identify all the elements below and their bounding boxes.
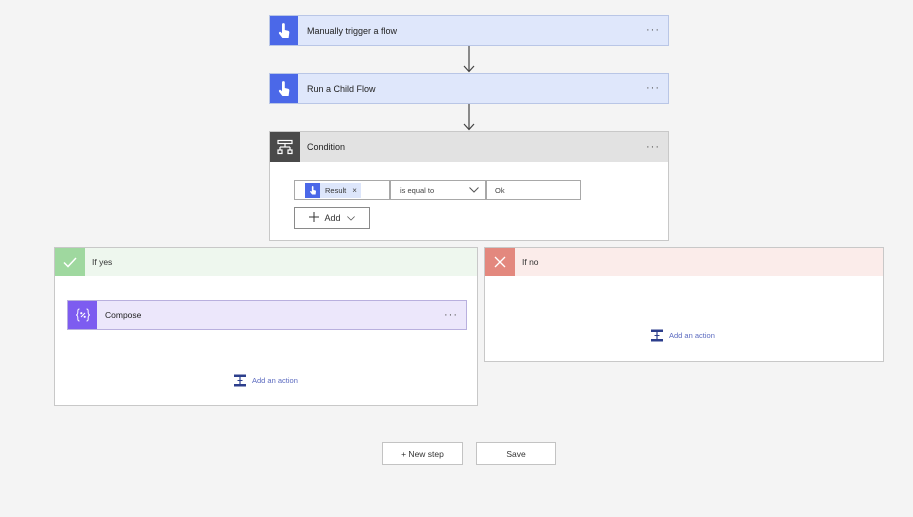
add-action-icon bbox=[234, 374, 246, 387]
condition-card: Condition ··· Result × is equal to Ok Ad… bbox=[269, 131, 669, 241]
step-card-manual-trigger[interactable]: Manually trigger a flow ··· bbox=[269, 15, 669, 46]
add-action-label: Add an action bbox=[252, 376, 298, 385]
condition-right-operand-field[interactable]: Ok bbox=[486, 180, 581, 200]
step-more-menu[interactable]: ··· bbox=[638, 25, 668, 36]
operator-value: is equal to bbox=[400, 185, 435, 195]
operand-value: Ok bbox=[495, 185, 505, 195]
add-action-icon bbox=[651, 329, 663, 342]
step-card-run-child-flow[interactable]: Run a Child Flow ··· bbox=[269, 73, 669, 104]
save-button[interactable]: Save bbox=[476, 442, 556, 465]
condition-left-operand-field[interactable]: Result × bbox=[294, 180, 390, 200]
if-yes-title: If yes bbox=[92, 257, 113, 267]
step-title: Run a Child Flow bbox=[307, 83, 376, 94]
compose-more-menu[interactable]: ··· bbox=[436, 309, 466, 321]
token-remove-icon[interactable]: × bbox=[352, 186, 357, 195]
add-action-label: Add an action bbox=[669, 331, 715, 340]
new-step-button[interactable]: + New step bbox=[382, 442, 463, 465]
checkmark-icon bbox=[55, 248, 85, 276]
if-yes-add-action-link[interactable]: Add an action bbox=[233, 374, 298, 387]
if-no-branch: If no Add an action bbox=[484, 247, 884, 362]
connector-arrow-icon bbox=[463, 46, 475, 73]
connector-arrow-icon bbox=[463, 104, 475, 131]
chevron-down-icon bbox=[346, 213, 355, 223]
touch-hand-icon bbox=[270, 74, 298, 103]
condition-title: Condition bbox=[307, 142, 346, 152]
if-no-header[interactable]: If no bbox=[485, 248, 883, 276]
dynamic-content-token: Result × bbox=[305, 182, 361, 198]
if-yes-header[interactable]: If yes bbox=[55, 248, 477, 276]
compose-title: Compose bbox=[105, 310, 142, 320]
chevron-down-icon bbox=[469, 185, 479, 195]
plus-icon bbox=[309, 212, 320, 224]
if-no-title: If no bbox=[522, 257, 539, 267]
add-label: Add bbox=[324, 213, 341, 223]
condition-branch-icon bbox=[270, 132, 300, 162]
condition-more-menu[interactable]: ··· bbox=[638, 141, 668, 153]
condition-operator-select[interactable]: is equal to bbox=[390, 180, 486, 200]
touch-hand-icon bbox=[305, 182, 320, 198]
if-yes-branch: If yes Compose ··· Add an action bbox=[54, 247, 478, 406]
add-condition-button[interactable]: Add bbox=[294, 207, 370, 229]
if-no-add-action-link[interactable]: Add an action bbox=[650, 329, 715, 342]
close-x-icon bbox=[485, 248, 515, 276]
token-label: Result bbox=[325, 185, 347, 195]
compose-curly-braces-icon bbox=[68, 301, 97, 329]
touch-hand-icon bbox=[270, 16, 298, 45]
step-title: Manually trigger a flow bbox=[307, 25, 398, 36]
compose-action-card[interactable]: Compose ··· bbox=[67, 300, 467, 330]
condition-header[interactable]: Condition ··· bbox=[270, 132, 668, 162]
step-more-menu[interactable]: ··· bbox=[638, 83, 668, 94]
